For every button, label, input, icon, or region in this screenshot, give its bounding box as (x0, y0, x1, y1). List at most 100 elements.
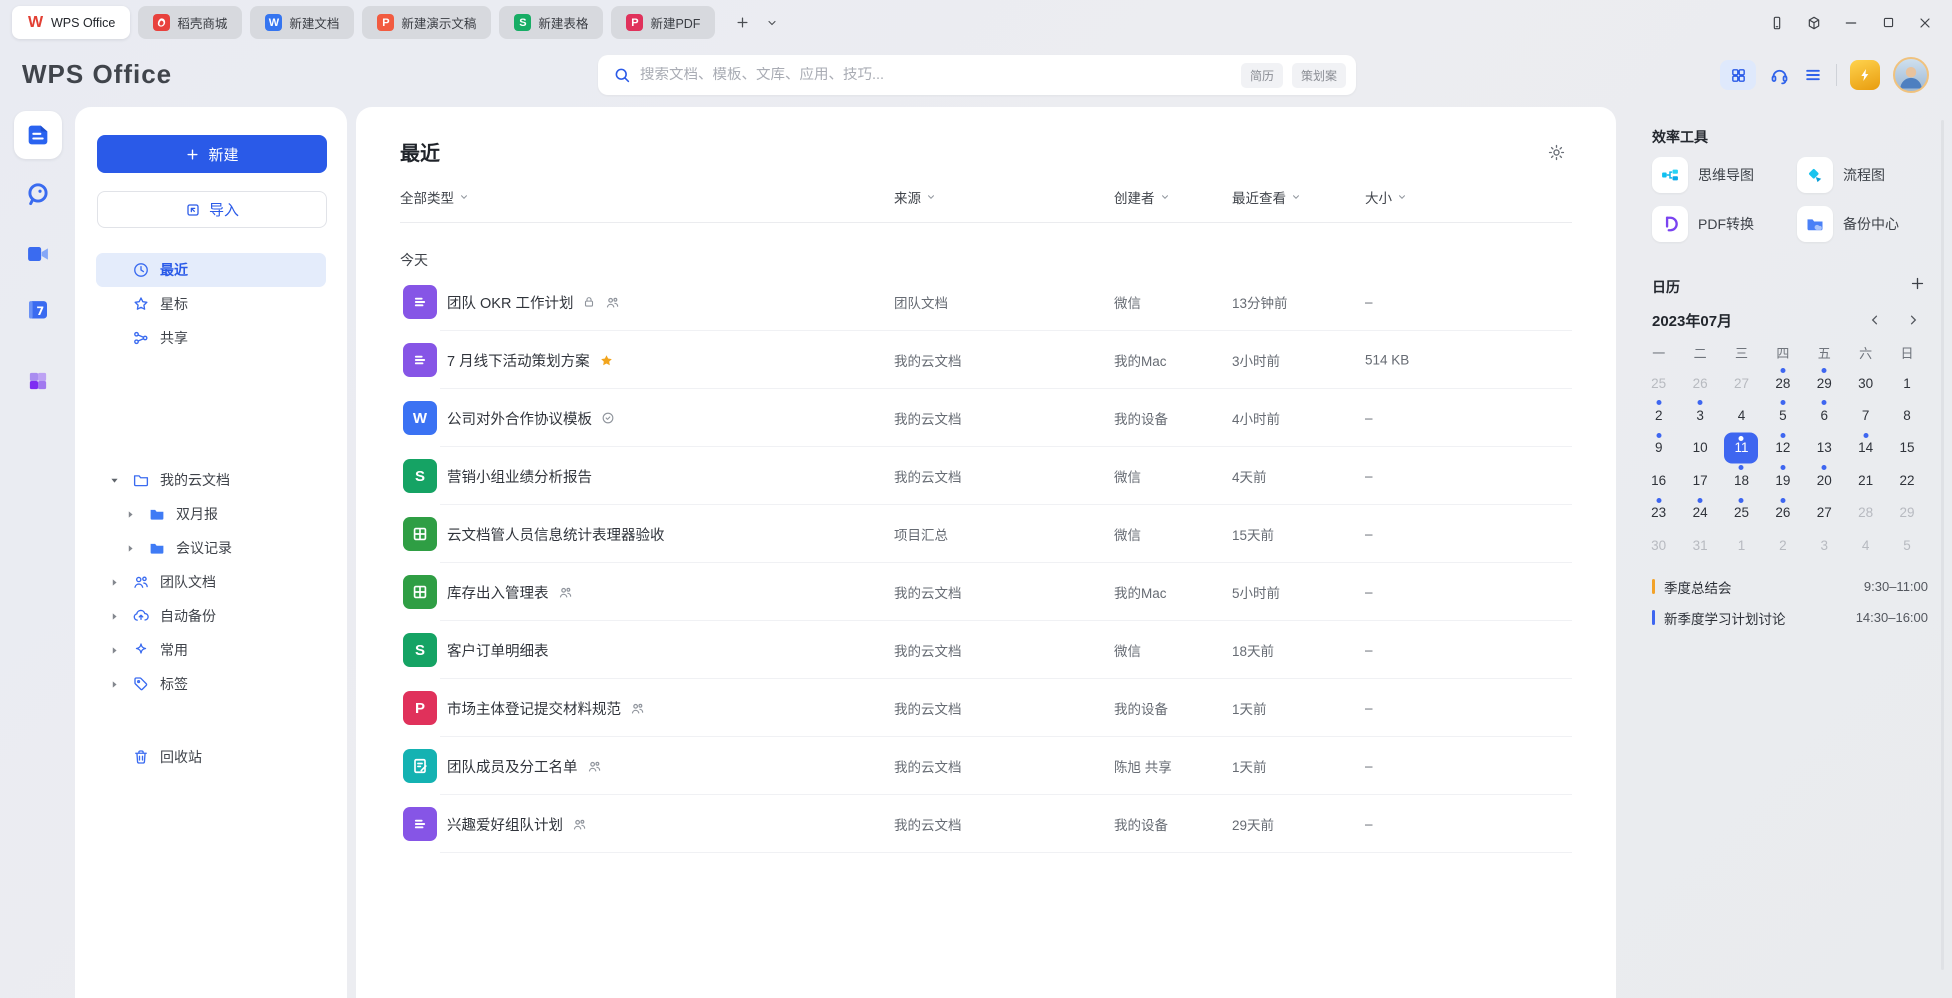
import-button[interactable]: 导入 (97, 191, 327, 228)
calendar-day-selected[interactable]: 11 (1721, 432, 1762, 464)
calendar-day[interactable]: 31 (1679, 529, 1720, 561)
calendar-day[interactable]: 5 (1886, 529, 1927, 561)
calendar-day[interactable]: 3 (1804, 529, 1845, 561)
membership-badge[interactable] (1850, 60, 1880, 90)
calendar-day[interactable]: 12 (1762, 432, 1803, 464)
tree-item-meeting-notes[interactable]: 会议记录 (96, 531, 326, 565)
filter-size[interactable]: 大小 (1365, 187, 1407, 207)
calendar-day[interactable]: 4 (1845, 529, 1886, 561)
search-input[interactable] (640, 67, 1232, 83)
calendar-day[interactable]: 28 (1762, 367, 1803, 399)
tree-item-auto-backup[interactable]: 自动备份 (96, 599, 326, 633)
sidebar-item-trash[interactable]: 回收站 (96, 740, 326, 774)
caret-down-icon[interactable] (109, 475, 120, 486)
caret-right-icon[interactable] (109, 611, 120, 622)
calendar-day[interactable]: 1 (1886, 367, 1927, 399)
tab-wps-office[interactable]: W WPS Office (12, 6, 130, 39)
file-row[interactable]: S 客户订单明细表 我的云文档 微信 18天前 – (356, 621, 1616, 679)
rail-docs-button[interactable] (14, 111, 62, 159)
caret-right-icon[interactable] (109, 679, 120, 690)
rail-meeting-button[interactable] (24, 240, 52, 268)
calendar-day[interactable]: 2 (1638, 399, 1679, 431)
search-tag-proposal[interactable]: 策划案 (1292, 63, 1346, 88)
calendar-day[interactable]: 21 (1845, 464, 1886, 496)
calendar-day[interactable]: 22 (1886, 464, 1927, 496)
caret-right-icon[interactable] (125, 543, 136, 554)
sidebar-item-starred[interactable]: 星标 (96, 287, 326, 321)
tree-item-my-cloud-docs[interactable]: 我的云文档 (96, 463, 326, 497)
calendar-day[interactable]: 13 (1804, 432, 1845, 464)
tab-new-pdf[interactable]: P 新建PDF (611, 6, 715, 39)
calendar-day[interactable]: 1 (1721, 529, 1762, 561)
calendar-day[interactable]: 7 (1845, 399, 1886, 431)
scrollbar[interactable] (1941, 120, 1944, 970)
rail-chat-button[interactable] (24, 180, 51, 207)
calendar-day[interactable]: 18 (1721, 464, 1762, 496)
tree-item-bimonthly-report[interactable]: 双月报 (96, 497, 326, 531)
calendar-day[interactable]: 9 (1638, 432, 1679, 464)
maximize-button[interactable] (1873, 8, 1903, 38)
calendar-next-button[interactable] (1906, 313, 1920, 327)
tab-new-presentation[interactable]: P 新建演示文稿 (362, 6, 491, 39)
calendar-day[interactable]: 10 (1679, 432, 1720, 464)
sidebar-item-shared[interactable]: 共享 (96, 321, 326, 355)
add-tab-button[interactable] (729, 10, 755, 36)
calendar-day[interactable]: 8 (1886, 399, 1927, 431)
calendar-day[interactable]: 4 (1721, 399, 1762, 431)
tab-new-spreadsheet[interactable]: S 新建表格 (499, 6, 603, 39)
calendar-day[interactable]: 27 (1804, 497, 1845, 529)
calendar-event[interactable]: 季度总结会 9:30–11:00 (1652, 571, 1928, 602)
tool-mindmap[interactable]: 思维导图 (1652, 157, 1797, 193)
calendar-day[interactable]: 19 (1762, 464, 1803, 496)
file-row[interactable]: 云文档管人员信息统计表理器验收 项目汇总 微信 15天前 – (356, 505, 1616, 563)
file-row[interactable]: 7 月线下活动策划方案 我的云文档 我的Mac 3小时前 514 KB (356, 331, 1616, 389)
file-row[interactable]: W 公司对外合作协议模板 我的云文档 我的设备 4小时前 – (356, 389, 1616, 447)
calendar-event[interactable]: 新季度学习计划讨论 14:30–16:00 (1652, 602, 1928, 633)
calendar-day[interactable]: 30 (1638, 529, 1679, 561)
new-document-button[interactable]: 新建 (97, 135, 327, 173)
filter-last-viewed[interactable]: 最近查看 (1232, 187, 1301, 207)
calendar-day[interactable]: 26 (1679, 367, 1720, 399)
mobile-connect-button[interactable] (1762, 8, 1792, 38)
calendar-day[interactable]: 27 (1721, 367, 1762, 399)
filter-creator[interactable]: 创建者 (1114, 187, 1170, 207)
calendar-day[interactable]: 29 (1886, 497, 1927, 529)
rail-apps-button[interactable] (25, 368, 51, 394)
tool-pdf-convert[interactable]: PDF转换 (1652, 206, 1797, 242)
filter-source[interactable]: 来源 (894, 187, 936, 207)
list-settings-button[interactable] (1547, 143, 1566, 162)
workspace-button[interactable] (1799, 8, 1829, 38)
filter-all-types[interactable]: 全部类型 (400, 187, 469, 207)
search-bar[interactable]: 简历 策划案 (598, 55, 1356, 95)
tab-docer-store[interactable]: 稻壳商城 (138, 6, 242, 39)
calendar-day[interactable]: 25 (1638, 367, 1679, 399)
tree-item-tags[interactable]: 标签 (96, 667, 326, 701)
file-row[interactable]: 团队成员及分工名单 我的云文档 陈旭 共享 1天前 – (356, 737, 1616, 795)
tool-flowchart[interactable]: 流程图 (1797, 157, 1932, 193)
file-row[interactable]: 兴趣爱好组队计划 我的云文档 我的设备 29天前 – (356, 795, 1616, 853)
calendar-prev-button[interactable] (1868, 313, 1882, 327)
calendar-day[interactable]: 24 (1679, 497, 1720, 529)
calendar-add-button[interactable] (1909, 275, 1926, 292)
calendar-day[interactable]: 15 (1886, 432, 1927, 464)
tool-backup-center[interactable]: 备份中心 (1797, 206, 1932, 242)
support-button[interactable] (1769, 65, 1790, 86)
calendar-day[interactable]: 20 (1804, 464, 1845, 496)
calendar-day[interactable]: 14 (1845, 432, 1886, 464)
caret-right-icon[interactable] (125, 509, 136, 520)
file-row[interactable]: S 营销小组业绩分析报告 我的云文档 微信 4天前 – (356, 447, 1616, 505)
minimize-button[interactable] (1836, 8, 1866, 38)
tab-list-button[interactable] (759, 10, 785, 36)
calendar-day[interactable]: 16 (1638, 464, 1679, 496)
file-row[interactable]: 库存出入管理表 我的云文档 我的Mac 5小时前 – (356, 563, 1616, 621)
calendar-day[interactable]: 26 (1762, 497, 1803, 529)
calendar-day[interactable]: 30 (1845, 367, 1886, 399)
caret-right-icon[interactable] (109, 577, 120, 588)
calendar-day[interactable]: 3 (1679, 399, 1720, 431)
calendar-day[interactable]: 6 (1804, 399, 1845, 431)
calendar-day[interactable]: 29 (1804, 367, 1845, 399)
user-avatar[interactable] (1893, 57, 1929, 93)
calendar-day[interactable]: 17 (1679, 464, 1720, 496)
caret-right-icon[interactable] (109, 645, 120, 656)
rail-calendar-button[interactable]: 7 (24, 296, 51, 323)
